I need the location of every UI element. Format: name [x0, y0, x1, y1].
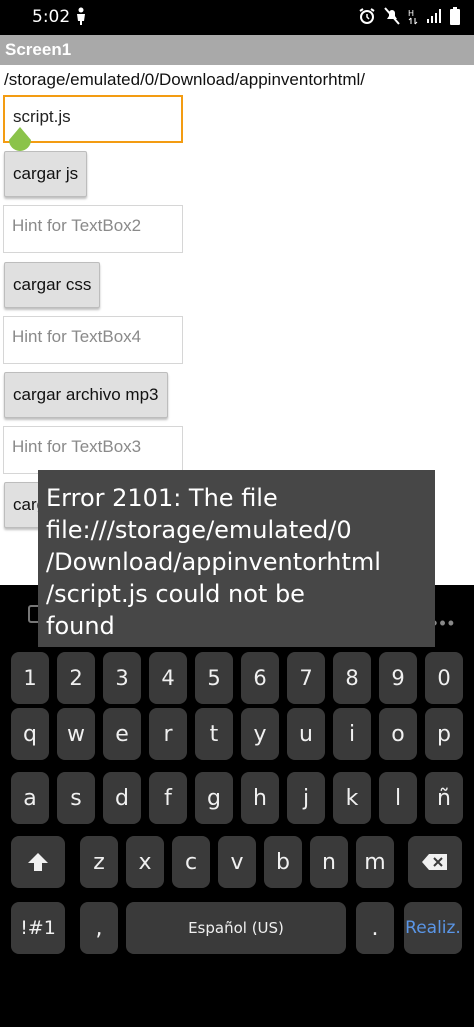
- status-bar: 5:02 H: [0, 0, 474, 35]
- key-k[interactable]: k: [333, 772, 371, 824]
- text-cursor-handle[interactable]: [9, 127, 31, 153]
- signal-icon: [427, 9, 441, 23]
- key-2[interactable]: 2: [57, 652, 95, 704]
- app-screen: 5:02 H Screen1 /storage/emulated/0/Downl…: [0, 0, 474, 1027]
- title-bar: Screen1: [0, 35, 474, 65]
- key-e[interactable]: e: [103, 708, 141, 760]
- key-3[interactable]: 3: [103, 652, 141, 704]
- textbox3-input[interactable]: Hint for TextBox3: [3, 426, 183, 474]
- key-g[interactable]: g: [195, 772, 233, 824]
- key-0[interactable]: 0: [425, 652, 463, 704]
- battery-icon: [450, 7, 460, 25]
- key-j[interactable]: j: [287, 772, 325, 824]
- key-l[interactable]: l: [379, 772, 417, 824]
- person-icon: [77, 7, 85, 25]
- screen-title: Screen1: [5, 40, 72, 59]
- key-9[interactable]: 9: [379, 652, 417, 704]
- enter-key[interactable]: Realiz.: [404, 902, 462, 954]
- key-r[interactable]: r: [149, 708, 187, 760]
- key-n[interactable]: n: [310, 836, 348, 888]
- textbox2-input[interactable]: Hint for TextBox2: [3, 205, 183, 253]
- cargar-css-button[interactable]: cargar css: [4, 262, 101, 308]
- key-z[interactable]: z: [80, 836, 118, 888]
- key-p[interactable]: p: [425, 708, 463, 760]
- path-label: /storage/emulated/0/Download/appinventor…: [4, 70, 365, 89]
- mute-icon: [384, 7, 400, 25]
- backspace-icon: [422, 854, 447, 870]
- shift-key[interactable]: [11, 836, 65, 888]
- key-7[interactable]: 7: [287, 652, 325, 704]
- key-d[interactable]: d: [103, 772, 141, 824]
- key-b[interactable]: b: [264, 836, 302, 888]
- error-toast: Error 2101: The file file:///storage/emu…: [38, 470, 435, 647]
- period-key[interactable]: .: [356, 902, 394, 954]
- cargar-mp3-button[interactable]: cargar archivo mp3: [4, 372, 168, 418]
- data-icon: H: [408, 9, 418, 25]
- key-f[interactable]: f: [149, 772, 187, 824]
- status-time: 5:02: [32, 7, 71, 27]
- backspace-key[interactable]: [408, 836, 462, 888]
- key-4[interactable]: 4: [149, 652, 187, 704]
- key-s[interactable]: s: [57, 772, 95, 824]
- key-u[interactable]: u: [287, 708, 325, 760]
- key-6[interactable]: 6: [241, 652, 279, 704]
- svg-text:H: H: [408, 9, 414, 18]
- soft-keyboard: ••• 1 2 3 4 5 6 7 8 9 0 q w e r t y u i …: [0, 585, 474, 1027]
- key-t[interactable]: t: [195, 708, 233, 760]
- symbols-key[interactable]: !#1: [11, 902, 65, 954]
- key-w[interactable]: w: [57, 708, 95, 760]
- key-v[interactable]: v: [218, 836, 256, 888]
- key-h[interactable]: h: [241, 772, 279, 824]
- key-5[interactable]: 5: [195, 652, 233, 704]
- key-a[interactable]: a: [11, 772, 49, 824]
- key-m[interactable]: m: [356, 836, 394, 888]
- status-icons: H: [358, 7, 460, 25]
- key-n-tilde[interactable]: ñ: [425, 772, 463, 824]
- textbox4-input[interactable]: Hint for TextBox4: [3, 316, 183, 364]
- key-o[interactable]: o: [379, 708, 417, 760]
- alarm-icon: [359, 8, 375, 24]
- key-x[interactable]: x: [126, 836, 164, 888]
- shift-icon: [28, 853, 48, 871]
- space-key[interactable]: Español (US): [126, 902, 346, 954]
- key-q[interactable]: q: [11, 708, 49, 760]
- cargar-js-button[interactable]: cargar js: [4, 151, 88, 197]
- key-y[interactable]: y: [241, 708, 279, 760]
- key-i[interactable]: i: [333, 708, 371, 760]
- comma-key[interactable]: ,: [80, 902, 118, 954]
- key-c[interactable]: c: [172, 836, 210, 888]
- key-1[interactable]: 1: [11, 652, 49, 704]
- key-8[interactable]: 8: [333, 652, 371, 704]
